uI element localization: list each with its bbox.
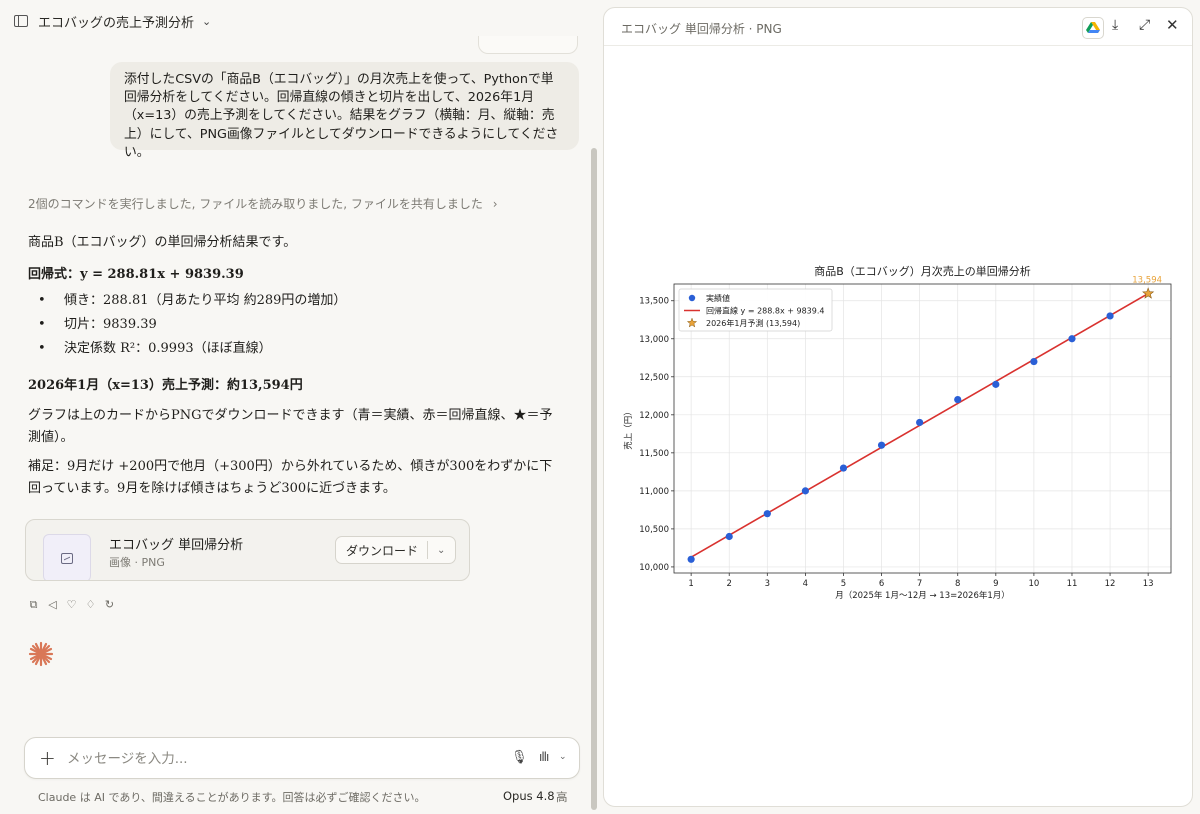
x-tick-label: 11: [1067, 579, 1078, 589]
data-point: [916, 418, 924, 427]
answer-paragraph: グラフは上のカードからPNGでダウンロードできます（青＝実績、赤＝回帰直線、★＝…: [28, 408, 553, 445]
tool-summary-text: 2個のコマンドを実行しました, ファイルを読み取りました, ファイルを共有しまし…: [28, 197, 483, 211]
x-tick-label: 7: [917, 579, 922, 589]
copy-icon[interactable]: ⧉: [28, 598, 39, 612]
x-axis-title: 月（2025年 1月〜12月 → 13=2026年1月）: [835, 590, 1010, 601]
y-tick-label: 13,500: [639, 297, 669, 307]
file-type: 画像 · PNG: [109, 556, 165, 569]
list-item: 切片：9839.39: [38, 313, 560, 337]
model-selector[interactable]: Opus 4.8: [503, 789, 555, 803]
chevron-down-icon[interactable]: ⌄: [428, 545, 456, 556]
legend-marker: [688, 294, 696, 302]
y-tick-label: 11,000: [639, 487, 669, 497]
thumbs-up-icon[interactable]: ♡: [66, 598, 77, 612]
result-list: 傾き：288.81（月あたり平均 約289円の増加） 切片：9839.39 決定…: [38, 289, 560, 361]
message-input[interactable]: [67, 748, 467, 770]
chart-legend: 実績値回帰直線 y = 288.8x + 9839.4 2026年1月予測 (13…: [678, 288, 833, 332]
y-tick-label: 10,000: [639, 563, 669, 573]
data-point: [763, 510, 771, 518]
x-axis: 1 2 3 4 5 6 7 8 9 10 11 12 13: [688, 573, 1154, 589]
legend-label: 2026年1月予測 (13,594): [706, 318, 800, 328]
chat-pane: エコバッグの売上予測分析 ⌄ 添付したCSVの「商品B（エコバッグ）」の月次売上…: [0, 0, 600, 814]
x-tick-label: 9: [993, 579, 998, 589]
data-point: [1030, 357, 1038, 366]
retry-icon[interactable]: ↻: [104, 598, 115, 612]
prediction-annotation: 13,594: [1132, 276, 1162, 286]
x-tick-label: 1: [688, 579, 693, 589]
image-icon: [61, 552, 73, 564]
voice-mode-icon[interactable]: ıllı: [539, 750, 549, 764]
chevron-down-icon[interactable]: ⌄: [559, 752, 567, 762]
chat-title[interactable]: エコバッグの売上予測分析: [38, 12, 194, 31]
y-tick-label: 11,500: [639, 449, 669, 459]
x-tick-label: 8: [955, 579, 960, 589]
effort-level[interactable]: 高: [556, 789, 568, 805]
sidebar-toggle-icon[interactable]: [14, 15, 28, 27]
message-composer: + 🎙︎ ıllı ⌄: [24, 737, 580, 779]
data-point: [801, 487, 809, 495]
x-tick-label: 6: [879, 579, 884, 589]
microphone-icon[interactable]: 🎙︎: [511, 750, 528, 765]
regression-equation: 回帰式：y = 288.81x + 9839.39: [28, 267, 244, 282]
download-button-group: ダウンロード ⌄: [335, 536, 456, 564]
legend-label: 実績値: [706, 293, 730, 303]
x-tick-label: 5: [841, 579, 846, 589]
download-button[interactable]: ダウンロード: [336, 542, 427, 559]
prediction-heading: 2026年1月（x=13）売上予測：約13,594円: [28, 378, 303, 393]
file-name: エコバッグ 単回帰分析: [109, 538, 244, 553]
assistant-answer: 商品B（エコバッグ）の単回帰分析結果です。 回帰式：y = 288.81x + …: [28, 232, 560, 500]
thumbs-down-icon[interactable]: ♢: [85, 598, 96, 612]
tool-activity-summary[interactable]: 2個のコマンドを実行しました, ファイルを読み取りました, ファイルを共有しまし…: [28, 195, 498, 212]
legend-label: 回帰直線 y = 288.8x + 9839.4: [706, 306, 824, 316]
x-tick-label: 13: [1143, 579, 1154, 589]
file-card[interactable]: エコバッグ 単回帰分析 画像 · PNG ダウンロード ⌄: [25, 519, 470, 581]
scrollbar[interactable]: [591, 148, 597, 810]
answer-intro: 商品B（エコバッグ）の単回帰分析結果です。: [28, 235, 297, 250]
chevron-down-icon[interactable]: ⌄: [202, 15, 211, 28]
y-axis-title: 売上（円）: [623, 407, 634, 450]
regression-chart: 商品B（エコバッグ）月次売上の単回帰分析 1 2 3 4 5 6 7 8 9 10 11 12 13 1…: [623, 264, 1172, 601]
data-point: [877, 441, 886, 449]
y-tick-label: 10,500: [639, 525, 669, 535]
x-tick-label: 2: [727, 579, 732, 589]
file-thumbnail: [43, 534, 91, 580]
speaker-icon[interactable]: ◁: [47, 598, 58, 612]
data-point: [1106, 312, 1114, 320]
x-tick-label: 12: [1105, 579, 1116, 589]
y-tick-label: 12,500: [639, 373, 669, 383]
data-point: [725, 532, 733, 541]
y-tick-label: 12,000: [639, 411, 669, 421]
y-axis: 10,000 10,500 11,000 11,500 12,000 12,500 13,0…: [639, 297, 674, 573]
artifact-panel: エコバッグ 単回帰分析 · PNG ⤓ ⤢ ✕ 商品B（エコバッグ）月次売上の単…: [603, 7, 1193, 807]
x-tick-label: 4: [803, 579, 808, 589]
user-message: 添付したCSVの「商品B（エコバッグ）」の月次売上を使って、Pythonで単回帰…: [110, 62, 579, 160]
x-tick-label: 3: [765, 579, 770, 589]
data-point: [687, 555, 695, 563]
data-point: [992, 380, 1000, 388]
data-point: [839, 464, 848, 472]
x-tick-label: 10: [1028, 579, 1039, 589]
previous-message-edge: [478, 36, 578, 54]
chart-title: 商品B（エコバッグ）月次売上の単回帰分析: [814, 264, 1031, 278]
y-tick-label: 13,000: [639, 335, 669, 345]
data-point: [954, 396, 962, 404]
answer-paragraph: 補足：9月だけ +200円で他月（+300円）から外れているため、傾きが300を…: [28, 459, 553, 496]
message-actions: ⧉ ◁ ♡ ♢ ↻: [28, 598, 115, 612]
disclaimer: Claude は AI であり、間違えることがあります。回答は必ずご確認ください…: [38, 791, 426, 804]
list-item: 決定係数 R²：0.9993（ほぼ直線）: [38, 337, 560, 361]
add-attachment-button[interactable]: +: [39, 746, 56, 770]
list-item: 傾き：288.81（月あたり平均 約289円の増加）: [38, 289, 560, 313]
claude-spark-icon: [28, 641, 54, 667]
data-point: [1068, 335, 1076, 343]
chevron-right-icon: ›: [492, 197, 498, 211]
